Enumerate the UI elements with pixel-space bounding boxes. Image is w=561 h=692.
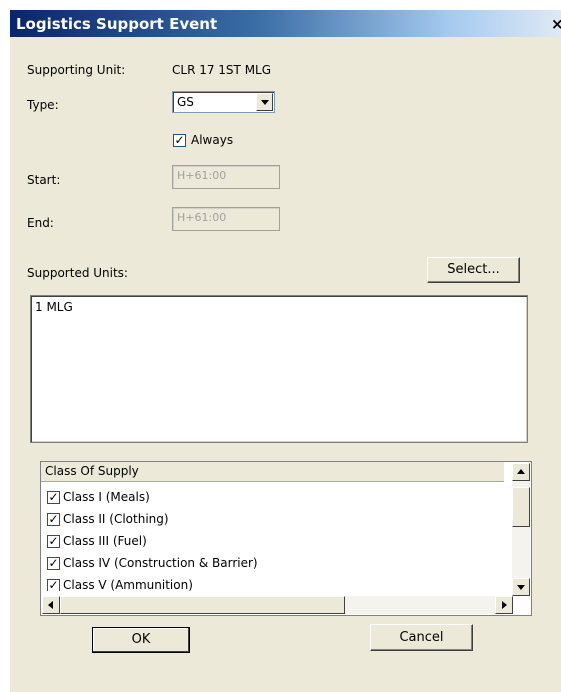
class-ii-label: Class II (Clothing) bbox=[63, 512, 169, 526]
type-select[interactable]: GS bbox=[172, 91, 275, 113]
vertical-scroll-thumb[interactable] bbox=[512, 487, 530, 527]
scroll-down-button[interactable] bbox=[512, 578, 530, 596]
list-item[interactable]: ✓ Class II (Clothing) bbox=[47, 508, 503, 530]
list-item[interactable]: ✓ Class I (Meals) bbox=[47, 486, 503, 508]
class-iii-label: Class III (Fuel) bbox=[63, 534, 147, 548]
ok-button[interactable]: OK bbox=[92, 627, 190, 653]
vertical-scrollbar[interactable] bbox=[512, 463, 530, 596]
list-item[interactable]: ✓ Class IV (Construction & Barrier) bbox=[47, 552, 503, 574]
horizontal-scroll-thumb[interactable] bbox=[60, 596, 345, 614]
class-i-label: Class I (Meals) bbox=[63, 490, 150, 504]
class-i-checkbox[interactable]: ✓ bbox=[47, 490, 60, 504]
class-of-supply-rows: ✓ Class I (Meals) ✓ Class II (Clothing) … bbox=[47, 486, 503, 591]
class-ii-checkbox[interactable]: ✓ bbox=[47, 512, 60, 526]
class-v-label: Class V (Ammunition) bbox=[63, 578, 193, 591]
select-button[interactable]: Select... bbox=[427, 257, 520, 283]
supporting-unit-value: CLR 17 1ST MLG bbox=[172, 63, 272, 77]
list-item[interactable]: ✓ Class III (Fuel) bbox=[47, 530, 503, 552]
class-of-supply-header[interactable]: Class Of Supply bbox=[41, 462, 504, 482]
always-label: Always bbox=[191, 133, 234, 147]
class-of-supply-list[interactable]: Class Of Supply ✓ Class I (Meals) ✓ Clas… bbox=[40, 461, 532, 616]
window-title: Logistics Support Event bbox=[16, 15, 218, 33]
list-item[interactable]: 1 MLG bbox=[35, 300, 73, 314]
close-icon[interactable]: × bbox=[551, 16, 561, 32]
horizontal-scrollbar[interactable] bbox=[42, 596, 513, 614]
title-bar[interactable]: Logistics Support Event × bbox=[10, 10, 561, 37]
logistics-support-dialog: Logistics Support Event × Supporting Uni… bbox=[10, 10, 561, 692]
supported-units-label: Supported Units: bbox=[27, 266, 128, 280]
end-label: End: bbox=[27, 216, 54, 230]
scroll-left-button[interactable] bbox=[42, 596, 60, 614]
chevron-down-icon bbox=[261, 100, 269, 105]
cancel-button[interactable]: Cancel bbox=[370, 624, 473, 651]
arrow-up-icon bbox=[517, 469, 525, 474]
class-v-checkbox[interactable]: ✓ bbox=[47, 578, 60, 591]
supported-units-list[interactable]: 1 MLG bbox=[30, 295, 528, 443]
arrow-right-icon bbox=[502, 601, 507, 609]
type-select-value: GS bbox=[177, 95, 194, 109]
end-field[interactable]: H+61:00 bbox=[172, 207, 280, 231]
type-label: Type: bbox=[27, 98, 59, 112]
type-select-dropdown-button[interactable] bbox=[256, 93, 273, 111]
class-iv-label: Class IV (Construction & Barrier) bbox=[63, 556, 258, 570]
supporting-unit-label: Supporting Unit: bbox=[27, 63, 126, 77]
class-iv-checkbox[interactable]: ✓ bbox=[47, 556, 60, 570]
list-item[interactable]: ✓ Class V (Ammunition) bbox=[47, 574, 503, 591]
scroll-right-button[interactable] bbox=[495, 596, 513, 614]
start-label: Start: bbox=[27, 173, 61, 187]
scroll-up-button[interactable] bbox=[512, 463, 530, 481]
arrow-down-icon bbox=[517, 585, 525, 590]
class-iii-checkbox[interactable]: ✓ bbox=[47, 534, 60, 548]
arrow-left-icon bbox=[48, 601, 53, 609]
start-field[interactable]: H+61:00 bbox=[172, 165, 280, 189]
always-checkbox[interactable]: ✓ bbox=[173, 134, 186, 147]
